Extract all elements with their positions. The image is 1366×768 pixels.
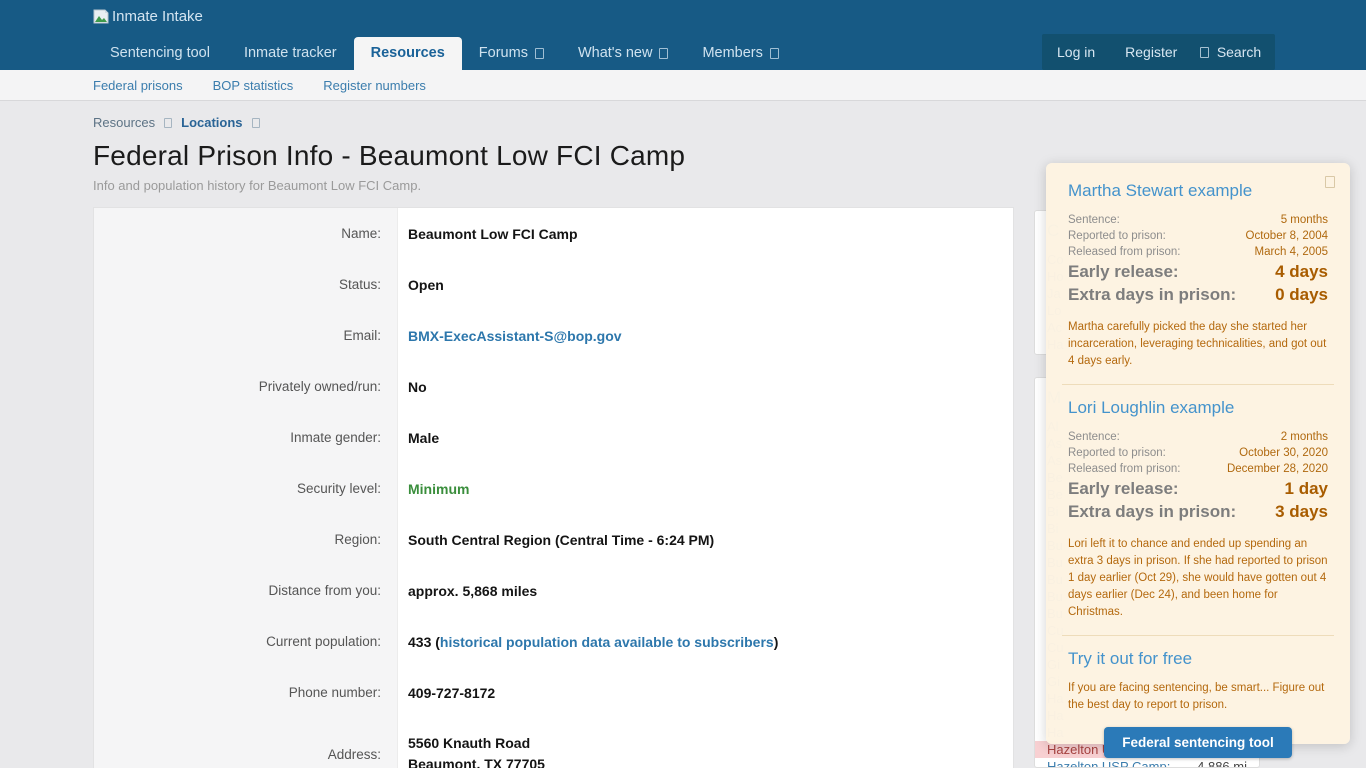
search-button[interactable]: Search [1186,34,1275,70]
martha-stewart-example-link[interactable]: Martha Stewart example [1068,181,1328,201]
top-header-bar: Inmate Intake Sentencing tool Inmate tra… [0,0,1366,70]
detail-label-phone: Phone number: [94,667,398,718]
page-title: Federal Prison Info - Beaumont Low FCI C… [93,140,685,172]
detail-value-gender: Male [398,412,1013,463]
logo-broken-image-icon [93,9,109,24]
secondary-navigation: Federal prisons BOP statistics Register … [0,70,1366,101]
breadcrumb: Resources Locations [93,115,260,130]
subnav-bop-statistics[interactable]: BOP statistics [213,78,294,93]
hazelton-usp-camp-link[interactable]: Hazelton USP Camp: [1047,758,1170,768]
detail-value-private: No [398,361,1013,412]
nav-whats-new[interactable]: What's new [561,37,686,70]
detail-label-gender: Inmate gender: [94,412,398,463]
nav-members[interactable]: Members [685,37,795,70]
breadcrumb-separator-icon [252,118,260,128]
detail-label-security: Security level: [94,463,398,514]
nav-label: Resources [371,37,445,70]
dropdown-placeholder-icon [770,48,779,59]
distance-value: 4,886 mi [1197,758,1247,768]
nav-forums[interactable]: Forums [462,37,561,70]
detail-value-phone: 409-727-8172 [398,667,1013,718]
search-label: Search [1217,44,1261,60]
martha-description: Martha carefully picked the day she star… [1068,319,1328,370]
nav-resources[interactable]: Resources [354,37,462,70]
cta-description: If you are facing sentencing, be smart..… [1068,680,1328,714]
info-row: Reported to prison:October 8, 2004 [1068,228,1328,244]
info-row: Released from prison:December 28, 2020 [1068,461,1328,477]
try-it-free-link[interactable]: Try it out for free [1068,649,1328,669]
detail-label-status: Status: [94,259,398,310]
detail-value-population: 433 (historical population data availabl… [398,616,1013,667]
early-release-row: Early release:4 days [1068,260,1328,283]
extra-days-row: Extra days in prison:3 days [1068,500,1328,523]
nav-inmate-tracker[interactable]: Inmate tracker [227,37,354,70]
close-icon[interactable] [1325,176,1335,188]
site-logo[interactable]: Inmate Intake [93,8,203,25]
page-subtitle: Info and population history for Beaumont… [93,178,421,193]
prison-distance-row[interactable]: Hazelton USP Camp: 4,886 mi [1047,758,1247,768]
detail-value-status: Open [398,259,1013,310]
detail-label-distance: Distance from you: [94,565,398,616]
info-row: Sentence:2 months [1068,429,1328,445]
prison-details-table: Name: Beaumont Low FCI Camp Status: Open… [93,207,1014,768]
detail-label-name: Name: [94,208,398,259]
info-row: Reported to prison:October 30, 2020 [1068,445,1328,461]
nav-label: Inmate tracker [244,37,337,70]
federal-sentencing-tool-button[interactable]: Federal sentencing tool [1104,727,1292,758]
detail-label-address: Address: [94,718,398,768]
dropdown-placeholder-icon [535,48,544,59]
address-line-2: Beaumont, TX 77705 [408,754,545,768]
popup-divider [1062,635,1334,636]
detail-value-region: South Central Region (Central Time - 6:2… [398,514,1013,565]
nav-sentencing-tool[interactable]: Sentencing tool [93,37,227,70]
detail-value-name: Beaumont Low FCI Camp [398,208,1013,259]
nav-label: Forums [479,37,528,70]
info-row: Released from prison:March 4, 2005 [1068,244,1328,260]
dropdown-placeholder-icon [659,48,668,59]
sentencing-examples-popup: Martha Stewart example Sentence:5 months… [1046,163,1350,744]
login-button[interactable]: Log in [1042,34,1110,70]
nav-label: Sentencing tool [110,37,210,70]
extra-days-row: Extra days in prison:0 days [1068,283,1328,306]
popup-divider [1062,384,1334,385]
detail-label-population: Current population: [94,616,398,667]
subnav-register-numbers[interactable]: Register numbers [323,78,426,93]
nav-label: Members [702,37,762,70]
subnav-federal-prisons[interactable]: Federal prisons [93,78,183,93]
register-button[interactable]: Register [1110,34,1192,70]
address-line-1: 5560 Knauth Road [408,733,530,754]
detail-label-region: Region: [94,514,398,565]
detail-value-distance: approx. 5,868 miles [398,565,1013,616]
population-suffix: ) [774,634,779,650]
nav-label: What's new [578,37,653,70]
breadcrumb-separator-icon [164,118,172,128]
security-level-value: Minimum [408,481,469,497]
auth-buttons: Log in Register [1042,34,1192,70]
lori-loughlin-example-link[interactable]: Lori Loughlin example [1068,398,1328,418]
breadcrumb-resources[interactable]: Resources [93,115,155,130]
historical-population-link[interactable]: historical population data available to … [440,634,774,650]
search-icon [1200,47,1209,58]
population-count: 433 ( [408,634,440,650]
detail-label-email: Email: [94,310,398,361]
detail-value-address: 5560 Knauth Road Beaumont, TX 77705 [398,718,1013,768]
lori-description: Lori left it to chance and ended up spen… [1068,536,1328,621]
breadcrumb-locations[interactable]: Locations [181,115,242,130]
main-navigation: Sentencing tool Inmate tracker Resources… [93,37,796,70]
detail-label-private: Privately owned/run: [94,361,398,412]
info-row: Sentence:5 months [1068,212,1328,228]
email-link[interactable]: BMX-ExecAssistant-S@bop.gov [408,328,622,344]
early-release-row: Early release:1 day [1068,477,1328,500]
logo-text: Inmate Intake [112,8,203,25]
